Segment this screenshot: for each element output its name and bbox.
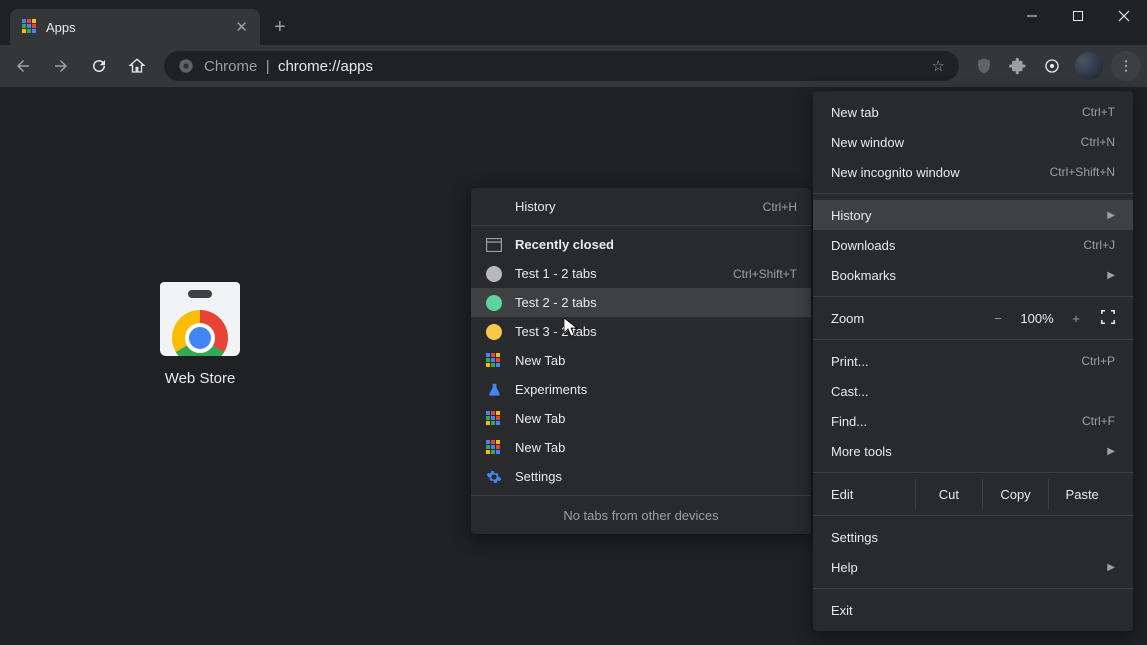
menu-bookmarks[interactable]: Bookmarks▶ — [813, 260, 1133, 290]
window-icon — [485, 236, 503, 254]
separator — [813, 472, 1133, 473]
paste-button[interactable]: Paste — [1048, 479, 1115, 509]
history-submenu: HistoryCtrl+H Recently closed Test 1 - 2… — [471, 188, 811, 534]
apps-icon — [486, 440, 502, 456]
separator — [813, 588, 1133, 589]
menu-print[interactable]: Print...Ctrl+P — [813, 346, 1133, 376]
separator — [813, 193, 1133, 194]
menu-new-window[interactable]: New windowCtrl+N — [813, 127, 1133, 157]
history-item-newtab[interactable]: New Tab — [471, 433, 811, 462]
separator — [813, 296, 1133, 297]
mouse-cursor — [564, 318, 578, 338]
extensions-icon[interactable] — [1003, 51, 1033, 81]
history-item-test2[interactable]: Test 2 - 2 tabs — [471, 288, 811, 317]
more-button[interactable] — [1111, 51, 1141, 81]
apps-favicon — [22, 19, 38, 35]
zoom-in-button[interactable]: + — [1061, 311, 1091, 326]
profile-avatar[interactable] — [1075, 52, 1103, 80]
webstore-app[interactable]: Web Store — [160, 282, 240, 387]
webstore-icon — [160, 282, 240, 356]
dot-icon — [486, 295, 502, 311]
history-item-newtab[interactable]: New Tab — [471, 346, 811, 375]
gear-icon — [485, 468, 503, 486]
copy-button[interactable]: Copy — [982, 479, 1049, 509]
title-bar: Apps ✕ + — [0, 0, 1147, 45]
history-item-settings[interactable]: Settings — [471, 462, 811, 491]
history-item-test1[interactable]: Test 1 - 2 tabsCtrl+Shift+T — [471, 259, 811, 288]
history-item-experiments[interactable]: Experiments — [471, 375, 811, 404]
history-header: Recently closed — [471, 230, 811, 259]
menu-find[interactable]: Find...Ctrl+F — [813, 406, 1133, 436]
dot-icon — [486, 266, 502, 282]
address-bar[interactable]: Chrome | chrome://apps ☆ — [164, 51, 959, 81]
ublock-icon[interactable] — [969, 51, 999, 81]
separator — [471, 225, 811, 226]
menu-cast[interactable]: Cast... — [813, 376, 1133, 406]
menu-zoom: Zoom − 100% + — [813, 303, 1133, 333]
close-icon[interactable]: ✕ — [231, 18, 252, 36]
apps-icon — [486, 411, 502, 427]
menu-new-tab[interactable]: New tabCtrl+T — [813, 97, 1133, 127]
tracking-icon[interactable] — [1037, 51, 1067, 81]
history-item-history[interactable]: HistoryCtrl+H — [471, 192, 811, 221]
fullscreen-icon[interactable] — [1101, 310, 1115, 327]
new-tab-button[interactable]: + — [260, 9, 300, 45]
menu-incognito[interactable]: New incognito windowCtrl+Shift+N — [813, 157, 1133, 187]
zoom-value: 100% — [1013, 311, 1061, 326]
tab-apps[interactable]: Apps ✕ — [10, 9, 260, 45]
maximize-button[interactable] — [1055, 0, 1101, 32]
forward-button[interactable] — [44, 49, 78, 83]
window-controls — [1009, 0, 1147, 45]
cut-button[interactable]: Cut — [915, 479, 982, 509]
back-button[interactable] — [6, 49, 40, 83]
chrome-icon — [178, 58, 194, 74]
menu-history[interactable]: History▶ — [813, 200, 1133, 230]
menu-exit[interactable]: Exit — [813, 595, 1133, 625]
reload-button[interactable] — [82, 49, 116, 83]
history-footer: No tabs from other devices — [471, 500, 811, 530]
chevron-right-icon: ▶ — [1107, 446, 1115, 457]
toolbar: Chrome | chrome://apps ☆ — [0, 45, 1147, 87]
zoom-out-button[interactable]: − — [983, 311, 1013, 326]
webstore-label: Web Store — [165, 370, 236, 387]
flask-icon — [485, 381, 503, 399]
main-menu: New tabCtrl+T New windowCtrl+N New incog… — [813, 91, 1133, 631]
star-icon[interactable]: ☆ — [932, 57, 945, 75]
separator — [813, 515, 1133, 516]
history-item-test3[interactable]: Test 3 - 2 tabs — [471, 317, 811, 346]
separator — [813, 339, 1133, 340]
close-window-button[interactable] — [1101, 0, 1147, 32]
separator — [471, 495, 811, 496]
chevron-right-icon: ▶ — [1107, 270, 1115, 281]
home-button[interactable] — [120, 49, 154, 83]
chevron-right-icon: ▶ — [1107, 562, 1115, 573]
dot-icon — [486, 324, 502, 340]
history-item-newtab[interactable]: New Tab — [471, 404, 811, 433]
menu-downloads[interactable]: DownloadsCtrl+J — [813, 230, 1133, 260]
chevron-right-icon: ▶ — [1107, 210, 1115, 221]
menu-edit: Edit Cut Copy Paste — [813, 479, 1133, 509]
apps-icon — [486, 353, 502, 369]
browser-window: Apps ✕ + Chrome | chrome://apps ☆ Web St — [0, 0, 1147, 645]
menu-more-tools[interactable]: More tools▶ — [813, 436, 1133, 466]
minimize-button[interactable] — [1009, 0, 1055, 32]
menu-help[interactable]: Help▶ — [813, 552, 1133, 582]
address-text: Chrome | chrome://apps — [204, 58, 373, 75]
tab-title: Apps — [46, 20, 231, 35]
menu-settings[interactable]: Settings — [813, 522, 1133, 552]
